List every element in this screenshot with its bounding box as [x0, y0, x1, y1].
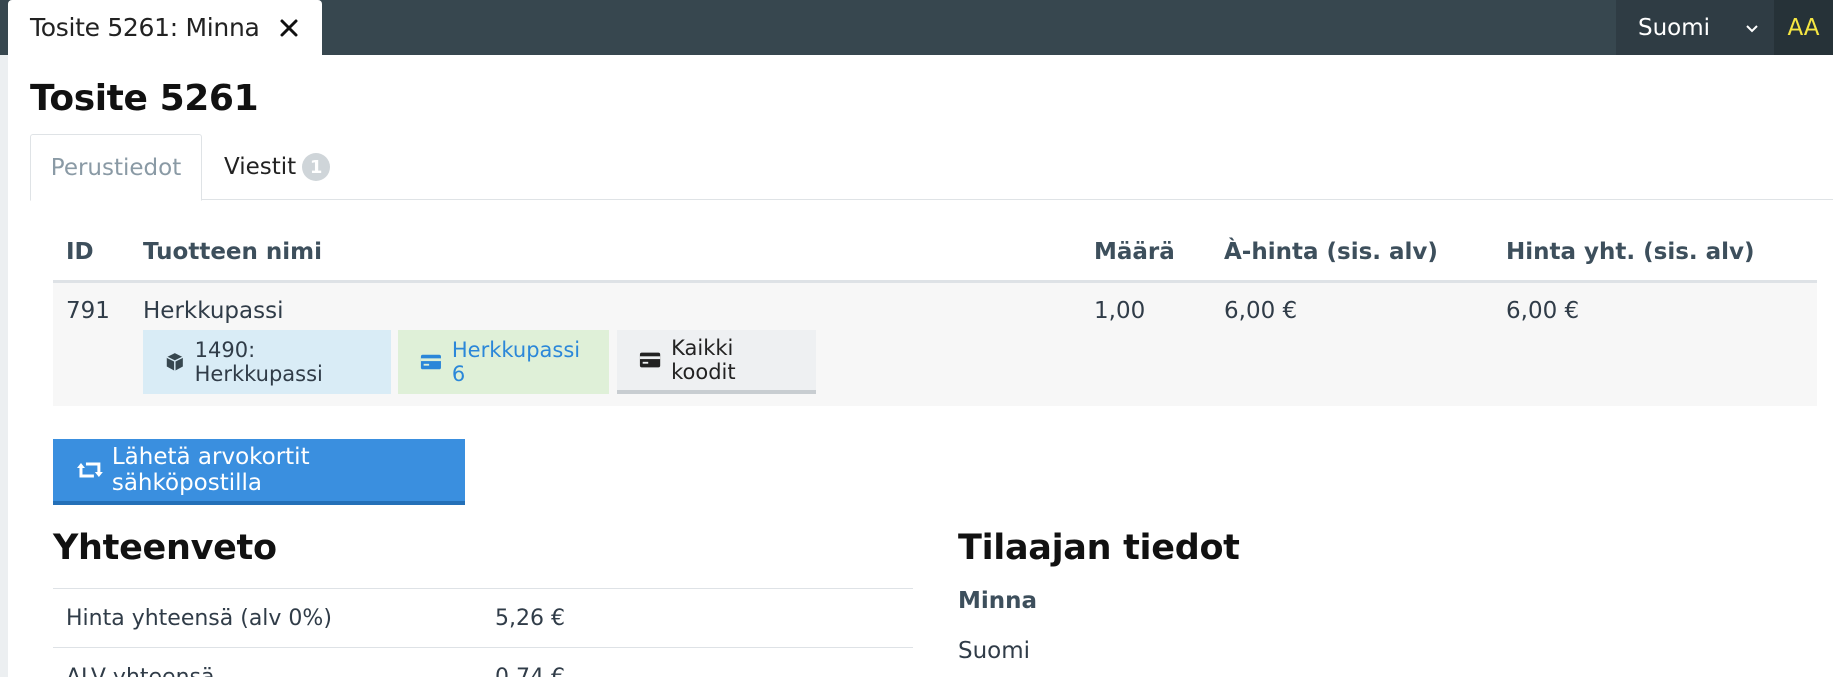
document-tab-label: Tosite 5261: Minna [30, 13, 260, 42]
summary-label-net-total: Hinta yhteensä (alv 0%) [66, 606, 332, 631]
row-id: 791 [66, 298, 110, 324]
chevron-down-icon [1744, 17, 1760, 43]
send-vouchers-email-label: Lähetä arvokortit sähköpostilla [111, 444, 310, 496]
top-bar: Tosite 5261: Minna Suomi AA [0, 0, 1833, 55]
language-select[interactable]: Suomi [1616, 0, 1774, 55]
summary-label-vat-total: ALV yhteensä [66, 665, 214, 677]
column-header-total: Hinta yht. (sis. alv) [1506, 239, 1755, 265]
summary-title: Yhteenveto [53, 528, 277, 568]
customer-info-title: Tilaajan tiedot [958, 528, 1240, 568]
row-unit-price: 6,00 € [1224, 298, 1298, 324]
tab-basic-info[interactable]: Perustiedot [30, 134, 202, 201]
voucher-card-chip[interactable]: Herkkupassi 6 [398, 330, 609, 394]
customer-country: Suomi [958, 638, 1031, 664]
font-size-button[interactable]: AA [1774, 0, 1833, 55]
row-total: 6,00 € [1506, 298, 1580, 324]
all-codes-label: Kaikki koodit [671, 336, 736, 384]
summary-divider [53, 588, 913, 589]
customer-name: Minna [958, 588, 1038, 614]
product-link-label: 1490: Herkkupassi [194, 338, 323, 386]
tab-bar: Perustiedot Viestit 1 [30, 134, 1833, 201]
left-border [0, 55, 8, 677]
row-product-name: Herkkupassi [143, 298, 284, 324]
document-tab[interactable]: Tosite 5261: Minna [8, 0, 322, 55]
messages-count-badge: 1 [302, 153, 331, 181]
product-link-chip[interactable]: 1490: Herkkupassi [143, 330, 391, 394]
close-icon[interactable] [276, 15, 302, 41]
send-vouchers-email-button[interactable]: Lähetä arvokortit sähköpostilla [53, 439, 465, 505]
page-title: Tosite 5261 [30, 78, 259, 119]
summary-value-vat-total: 0,74 € [495, 665, 565, 677]
all-codes-button[interactable]: Kaikki koodit [617, 330, 816, 394]
column-header-quantity: Määrä [1094, 239, 1175, 265]
voucher-card-label: Herkkupassi 6 [451, 338, 581, 386]
tab-basic-info-label: Perustiedot [50, 154, 182, 181]
row-quantity: 1,00 [1094, 298, 1146, 324]
language-select-value: Suomi [1638, 14, 1711, 41]
column-header-id: ID [66, 239, 94, 265]
column-header-product-name: Tuotteen nimi [143, 239, 323, 265]
summary-divider [53, 647, 913, 648]
tab-messages-label: Viestit [224, 154, 297, 180]
package-icon [166, 353, 184, 371]
credit-card-icon [639, 352, 661, 368]
credit-card-icon [420, 354, 441, 370]
summary-value-net-total: 5,26 € [495, 606, 565, 631]
column-header-unit-price: À-hinta (sis. alv) [1224, 239, 1438, 265]
retweet-icon [76, 462, 103, 478]
tab-messages[interactable]: Viestit 1 [224, 134, 331, 200]
